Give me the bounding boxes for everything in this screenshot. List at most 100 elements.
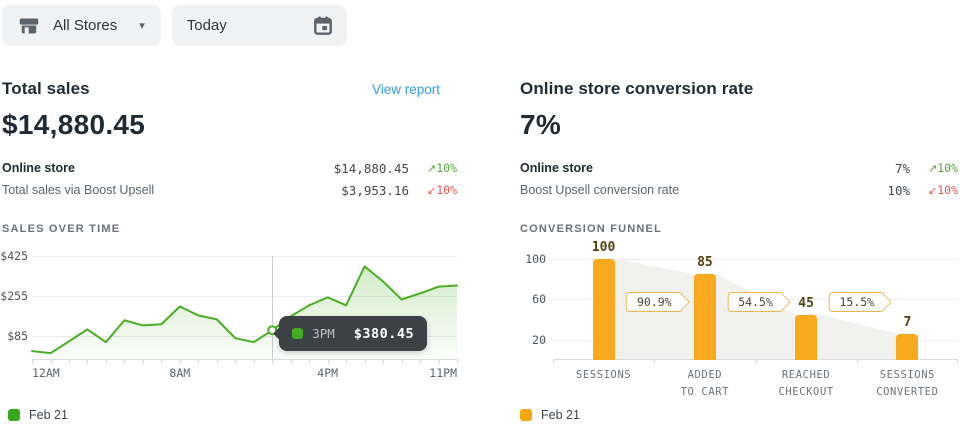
axis-tick [106,360,107,364]
metric-label: Online store [520,161,895,175]
view-report-link[interactable]: View report [372,82,440,97]
x-tick-label: 11PM [429,366,457,380]
axis-tick [235,360,236,364]
axis-tick [51,360,52,364]
axis-tick [328,360,329,364]
conversion-funnel-chart[interactable]: 1006020 1008545790.9%54.5%15.5% SESSIONS… [520,254,958,384]
conversion-rate-badge: 54.5% [727,292,784,312]
metric-label: Online store [2,161,334,175]
calendar-icon [312,15,334,37]
sales-over-time-label: SALES OVER TIME [2,223,457,235]
metric-value: $3,953.16 [341,183,409,198]
total-sales-value: $14,880.45 [2,108,457,142]
topbar: All Stores ▾ Today [0,0,960,56]
trend-down-icon: ↙ [427,184,436,197]
date-filter-button[interactable]: Today [172,5,347,46]
bar-value-label: 85 [697,255,713,270]
axis-tick [180,360,181,364]
metric-label: Boost Upsell conversion rate [520,183,887,197]
trend-percent: 10% [937,161,958,175]
axis-tick [309,360,310,364]
metric-value: $14,880.45 [334,161,409,176]
axis-tick [161,360,162,364]
trend-percent: 10% [436,183,457,197]
axis-tick [217,360,218,364]
store-filter-label: All Stores [53,17,117,34]
trend-badge-up: ↗10% [910,161,958,175]
axis-tick [365,360,366,364]
metric-value: 7% [895,161,910,176]
funnel-bar[interactable] [896,334,918,360]
trend-percent: 10% [937,183,958,197]
x-tick-label: 8AM [169,366,190,380]
metric-row-boost-upsell: Boost Upsell conversion rate 10% ↙10% [520,179,958,201]
y-tick-label: 20 [532,333,546,347]
axis-tick [553,360,554,364]
legend-label: Feb 21 [541,408,580,422]
y-tick-label: 100 [525,252,546,266]
axis-tick [957,360,958,364]
trend-down-icon: ↙ [928,184,937,197]
card-header: Total sales View report [2,79,457,99]
sales-x-labels: 12AM 8AM 4PM 11PM [32,366,457,382]
y-tick-label: $255 [0,289,28,303]
x-tick-label: 12AM [32,366,60,380]
metric-row-online-store: Online store $14,880.45 ↗10% [2,157,457,179]
trend-up-icon: ↗ [427,162,436,175]
bar-value-label: 45 [798,296,814,311]
axis-tick [654,360,655,364]
bar-value-label: 100 [592,240,615,255]
chevron-down-icon: ▾ [139,19,145,32]
funnel-bar[interactable] [593,259,615,360]
store-filter-button[interactable]: All Stores ▾ [2,5,161,46]
axis-tick [756,360,757,364]
trend-badge-down: ↙10% [409,183,457,197]
funnel-category-labels: SESSIONSADDED TO CARTREACHED CHECKOUTSES… [553,367,958,401]
bar-value-label: 7 [903,315,911,330]
legend-swatch-orange-icon [520,409,532,421]
y-tick-label: $425 [0,249,28,263]
axis-tick [439,360,440,364]
metric-row-boost-upsell: Total sales via Boost Upsell $3,953.16 ↙… [2,179,457,201]
axis-tick [291,360,292,364]
chart-tooltip: 3PM$380.45 [279,316,427,351]
total-sales-card: Total sales View report $14,880.45 Onlin… [2,56,457,422]
x-tick-label: 4PM [317,366,338,380]
total-sales-title: Total sales [2,79,90,99]
axis-tick [420,360,421,364]
storefront-icon [18,15,40,37]
conversion-funnel-label: CONVERSION FUNNEL [520,223,958,235]
dashboard-content: Total sales View report $14,880.45 Onlin… [0,56,960,422]
trend-up-icon: ↗ [928,162,937,175]
conversion-rate-badge: 90.9% [626,292,683,312]
conversion-rate-title: Online store conversion rate [520,79,753,99]
legend-label: Feb 21 [29,408,68,422]
axis-tick [383,360,384,364]
funnel-category-label: SESSIONS CONVERTED [857,367,958,401]
axis-tick [346,360,347,364]
metric-row-online-store: Online store 7% ↗10% [520,157,958,179]
funnel-category-label: REACHED CHECKOUT [756,367,857,401]
date-filter-label: Today [187,17,227,34]
y-tick-label: $85 [7,329,28,343]
metric-label: Total sales via Boost Upsell [2,183,341,197]
funnel-bar[interactable] [795,315,817,361]
axis-tick [272,360,273,364]
sales-y-labels: $425$255$85 [2,254,28,360]
tooltip-series-swatch-icon [292,328,303,339]
card-header: Online store conversion rate [520,79,958,99]
funnel-plot[interactable]: 1008545790.9%54.5%15.5% [553,254,958,360]
axis-tick [143,360,144,364]
conversion-rate-card: Online store conversion rate 7% Online s… [520,56,958,422]
axis-tick [198,360,199,364]
conversion-rate-badge: 15.5% [828,292,885,312]
funnel-bar[interactable] [694,274,716,360]
tooltip-value: $380.45 [354,326,414,342]
funnel-category-label: ADDED TO CART [654,367,755,401]
funnel-category-label: SESSIONS [553,367,654,401]
legend-swatch-green-icon [8,409,20,421]
conversion-rate-value: 7% [520,108,958,142]
metric-rows: Online store $14,880.45 ↗10% Total sales… [2,157,457,201]
sales-over-time-chart[interactable]: $425$255$85 3PM$380.45 12AM8AM4PM11PM [2,254,457,384]
sales-chart-plot[interactable]: 3PM$380.45 [32,254,457,360]
